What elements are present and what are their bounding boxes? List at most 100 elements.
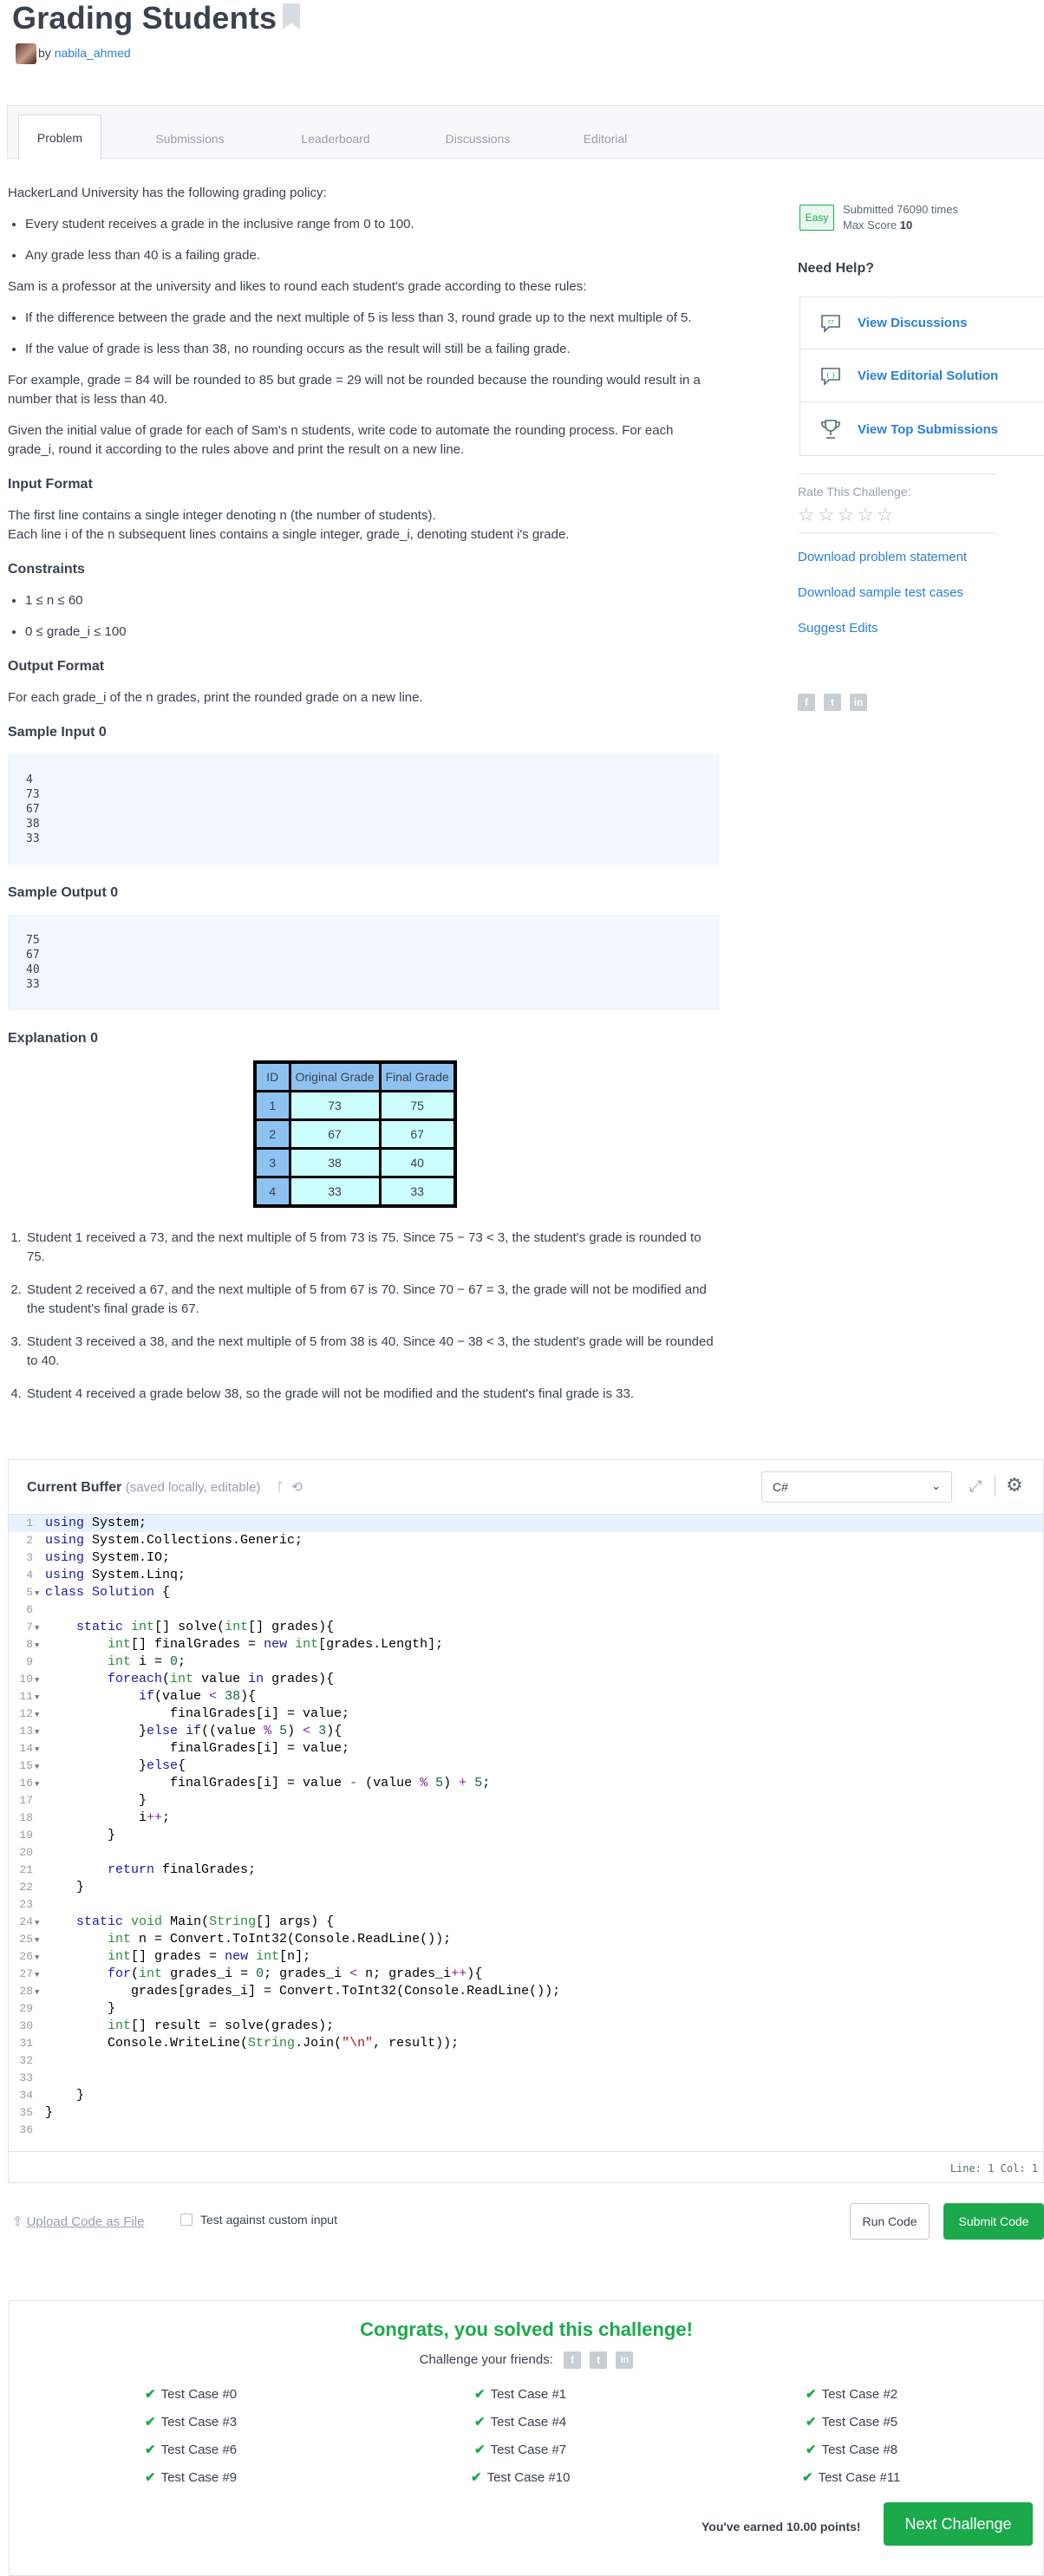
- output-format-text: For each grade_i of the n grades, print …: [8, 690, 423, 705]
- check-icon: ✔: [145, 2387, 156, 2402]
- policy-intro: HackerLand University has the following …: [8, 186, 327, 200]
- tab-discussions[interactable]: Discussions: [426, 118, 530, 160]
- download-testcases-link[interactable]: Download sample test cases: [798, 585, 963, 600]
- challenge-friends-label: Challenge your friends:: [419, 2351, 553, 2367]
- problem-statement: HackerLand University has the following …: [8, 184, 719, 1418]
- table-cell: 67: [378, 1118, 457, 1150]
- upload-code-link[interactable]: ⇪ Upload Code as File: [12, 2214, 145, 2229]
- submit-code-button[interactable]: Submit Code: [943, 2203, 1044, 2240]
- custom-input-checkbox[interactable]: [180, 2214, 192, 2226]
- gear-icon[interactable]: ⚙: [1006, 1474, 1023, 1497]
- code-area[interactable]: 1 using System; 2 using System.Collections…: [9, 1515, 1043, 2139]
- table-row: 3 38 40: [253, 1147, 457, 1178]
- output-format-heading: Output Format: [8, 659, 105, 674]
- history-icon[interactable]: ⟲: [291, 1480, 303, 1495]
- congrats-title: Congrats, you solved this challenge!: [360, 2318, 693, 2340]
- branch-icon[interactable]: ᚴ: [277, 1480, 284, 1495]
- view-editorial-link[interactable]: { } View Editorial Solution: [800, 350, 1044, 402]
- test-case-label: Test Case #0: [160, 2387, 238, 2402]
- language-select[interactable]: C# ⌄: [761, 1471, 952, 1503]
- table-cell: 67: [288, 1118, 382, 1150]
- test-case-label: Test Case #8: [821, 2442, 898, 2457]
- run-code-button[interactable]: Run Code: [850, 2203, 930, 2240]
- check-icon: ✔: [802, 2470, 813, 2485]
- editor-header: Current Buffer (saved locally, editable)…: [9, 1460, 1043, 1515]
- table-cell: 33: [378, 1176, 457, 1208]
- editor-title-text: Current Buffer: [27, 1480, 122, 1495]
- tab-editorial[interactable]: Editorial: [558, 118, 653, 160]
- check-icon: ✔: [471, 2470, 482, 2485]
- help-item-label: View Editorial Solution: [858, 368, 999, 383]
- tab-submissions[interactable]: Submissions: [138, 118, 242, 160]
- constraints-list: 1 ≤ n ≤ 60 0 ≤ grade_i ≤ 100: [25, 591, 719, 642]
- twitter-icon[interactable]: t: [590, 2351, 608, 2369]
- author-link[interactable]: nabila_ahmed: [55, 46, 131, 60]
- table-row: 4 33 33: [253, 1176, 457, 1208]
- facebook-icon[interactable]: f: [564, 2351, 582, 2369]
- input-line-1: The first line contains a single integer…: [8, 508, 436, 523]
- check-icon: ✔: [145, 2470, 156, 2485]
- constraints-heading: Constraints: [8, 562, 85, 577]
- sample-input-block: 4 73 67 38 33: [8, 754, 719, 864]
- check-icon: ✔: [145, 2442, 156, 2457]
- help-item-label: View Top Submissions: [858, 421, 998, 437]
- test-case-label: Test Case #5: [821, 2415, 898, 2429]
- fullscreen-icon[interactable]: ⤢: [969, 1477, 982, 1496]
- editor-subtitle: (saved locally, editable): [125, 1480, 261, 1495]
- rules-list: If the difference between the grade and …: [25, 309, 719, 359]
- table-cell: 4: [253, 1176, 291, 1208]
- rating-stars[interactable]: ☆☆☆☆☆: [798, 504, 897, 526]
- bookmark-icon[interactable]: [283, 3, 300, 29]
- chevron-down-icon: ⌄: [931, 1479, 941, 1492]
- help-item-label: View Discussions: [858, 316, 968, 330]
- linkedin-icon[interactable]: in: [850, 694, 867, 711]
- tab-problem[interactable]: Problem: [18, 114, 101, 160]
- language-value: C#: [773, 1480, 788, 1494]
- discussion-icon: ??: [819, 312, 842, 335]
- test-case: ✔ Test Case #10: [471, 2469, 570, 2485]
- facebook-icon[interactable]: f: [798, 694, 815, 711]
- author-byline: by nabila_ahmed: [38, 46, 131, 60]
- test-case-label: Test Case #6: [160, 2442, 238, 2457]
- challenge-friends: Challenge your friends: f t in: [10, 2351, 1043, 2369]
- page-title: Grading Students: [12, 0, 277, 36]
- rule-item: If the value of grade is less than 38, n…: [25, 340, 719, 359]
- table-cell: 33: [288, 1176, 382, 1208]
- view-top-submissions-link[interactable]: View Top Submissions: [800, 403, 1044, 455]
- test-case: ✔ Test Case #7: [474, 2442, 566, 2457]
- sample-input-heading: Sample Input 0: [8, 725, 107, 740]
- linkedin-icon[interactable]: in: [616, 2351, 634, 2369]
- table-row: 1 73 75: [253, 1090, 457, 1121]
- max-score-value: 10: [899, 218, 913, 232]
- sample-output-block: 75 67 40 33: [8, 915, 719, 1010]
- input-format-heading: Input Format: [8, 477, 93, 492]
- editor-title: Current Buffer (saved locally, editable)…: [27, 1479, 303, 1496]
- test-case: ✔ Test Case #2: [806, 2386, 897, 2402]
- explanation-table: ID Original Grade Final Grade 1 73 75 2 …: [253, 1060, 457, 1208]
- divider: [798, 532, 995, 533]
- result-panel: Congrats, you solved this challenge! Cha…: [9, 2300, 1044, 2576]
- twitter-icon[interactable]: t: [824, 694, 841, 711]
- svg-text:??: ??: [827, 319, 834, 326]
- view-discussions-link[interactable]: ?? View Discussions: [800, 297, 1044, 349]
- explanation-list: Student 1 received a 73, and the next mu…: [25, 1229, 719, 1404]
- test-case: ✔ Test Case #6: [145, 2442, 237, 2457]
- need-help-heading: Need Help?: [798, 261, 875, 276]
- download-statement-link[interactable]: Download problem statement: [798, 550, 967, 564]
- check-icon: ✔: [806, 2387, 817, 2402]
- table-cell: 38: [288, 1147, 382, 1178]
- tab-leaderboard[interactable]: Leaderboard: [284, 118, 388, 160]
- code-editor: Current Buffer (saved locally, editable)…: [8, 1459, 1044, 2183]
- test-case-label: Test Case #7: [490, 2442, 567, 2457]
- policy-item: Every student receives a grade in the in…: [25, 215, 719, 234]
- points-earned: You've earned 10.00 points!: [701, 2520, 861, 2534]
- max-score-label: Max Score: [843, 218, 897, 232]
- next-challenge-button[interactable]: Next Challenge: [884, 2502, 1033, 2546]
- suggest-edits-link[interactable]: Suggest Edits: [798, 621, 878, 636]
- test-case: ✔ Test Case #5: [806, 2414, 897, 2429]
- difficulty-badge: Easy: [799, 205, 834, 231]
- sample-output-heading: Sample Output 0: [8, 885, 119, 900]
- test-case-label: Test Case #10: [486, 2470, 571, 2485]
- cursor-position: Line: 1 Col: 1: [9, 2151, 1043, 2175]
- tab-bar: Problem Submissions Leaderboard Discussi…: [7, 105, 1044, 160]
